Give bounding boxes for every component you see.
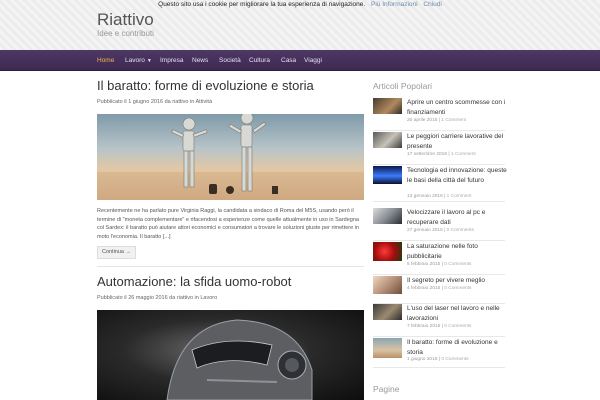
post-category[interactable]: Attività xyxy=(196,99,213,105)
popular-item-comments[interactable]: 0 Comments xyxy=(444,324,471,329)
post-title-2[interactable]: Automazione: la sfida uomo-robot xyxy=(97,274,291,289)
popular-item-date: 1 giugno 2016 xyxy=(407,357,438,362)
post-thumbnail[interactable] xyxy=(373,304,402,320)
nav-item-home[interactable]: Home xyxy=(97,50,114,71)
nav-item-news[interactable]: News xyxy=(192,50,208,71)
popular-item[interactable]: Tecnologia ed innovazione: queste le bas… xyxy=(373,166,507,202)
meta-prefix: Pubblicato il xyxy=(97,99,129,105)
popular-item[interactable]: Le peggiori carriere lavorative del pres… xyxy=(373,132,505,165)
main-nav: Home Lavoro ▼ Impresa News Società Cultur… xyxy=(0,50,600,71)
popular-item-comments[interactable]: 0 Comments xyxy=(444,262,471,267)
post-title[interactable]: Il baratto: forme di evoluzione e storia xyxy=(97,78,314,93)
nav-item-casa[interactable]: Casa xyxy=(281,50,296,71)
post-thumbnail[interactable] xyxy=(373,242,402,261)
nav-item-lavoro-label: Lavoro xyxy=(125,57,145,64)
popular-item-title[interactable]: Il baratto: forme di evoluzione e storia xyxy=(407,338,507,357)
nav-item-societa[interactable]: Società xyxy=(219,50,241,71)
meta-prefix: Pubblicato il xyxy=(97,295,129,301)
popular-item-title[interactable]: Velocizzare il lavoro al pc e recuperare… xyxy=(407,208,507,227)
popular-item-meta: 7 febbraio 2015 | 0 Comments xyxy=(407,324,472,329)
popular-item-title[interactable]: Tecnologia ed innovazione: queste le bas… xyxy=(407,166,507,185)
post-thumbnail[interactable] xyxy=(373,276,402,294)
cookie-text: Questo sito usa i cookie per migliorare … xyxy=(158,1,366,8)
meta-in: in xyxy=(188,99,196,105)
nav-item-viaggi[interactable]: Viaggi xyxy=(304,50,322,71)
post-author[interactable]: riattivo xyxy=(177,295,193,301)
popular-item-title[interactable]: Aprire un centro scommesse con i finanzi… xyxy=(407,98,507,117)
continue-button[interactable]: Continua → xyxy=(97,246,136,259)
popular-item[interactable]: La saturazione nelle foto pubblicitarie … xyxy=(373,242,505,275)
cookie-bar: Questo sito usa i cookie per migliorare … xyxy=(0,1,600,9)
nav-item-lavoro[interactable]: Lavoro ▼ xyxy=(125,50,152,71)
post-excerpt: Recentemente ne ha parlato pure Virginia… xyxy=(97,208,359,240)
popular-item-date: 20 aprile 2015 xyxy=(407,118,438,123)
popular-item-comments[interactable]: 0 Comments xyxy=(444,286,471,291)
popular-item-meta: 5 febbraio 2015 | 0 Comments xyxy=(407,262,472,267)
popular-item-title[interactable]: La saturazione nelle foto pubblicitarie xyxy=(407,242,507,261)
post-meta: Pubblicato il 1 giugno 2016 da riattivo … xyxy=(97,99,212,105)
post-date[interactable]: 1 giugno 2016 xyxy=(128,99,163,105)
post-meta-2: Pubblicato il 26 maggio 2016 da riattivo… xyxy=(97,295,217,301)
popular-item[interactable]: Il baratto: forme di evoluzione e storia… xyxy=(373,338,505,368)
site-header: Questo sito usa i cookie per migliorare … xyxy=(0,0,600,50)
popular-item-comments[interactable]: 1 Comment xyxy=(447,194,472,199)
popular-item-comments[interactable]: 0 Comments xyxy=(447,228,474,233)
chevron-down-icon: ▼ xyxy=(146,58,152,64)
popular-item[interactable]: Il segreto per vivere meglio 4 febbraio … xyxy=(373,276,505,304)
site-tagline: Idee e contributi xyxy=(97,29,154,38)
popular-item-meta: 27 gennaio 2015 | 0 Comments xyxy=(407,228,474,233)
popular-item-date: 17 settembre 2015 xyxy=(407,152,448,157)
cookie-close-link[interactable]: Chiudi xyxy=(423,1,441,8)
post-divider xyxy=(97,266,364,267)
cookie-info-link[interactable]: Più Informazioni xyxy=(371,1,418,8)
popular-item-date: 13 gennaio 2016 xyxy=(407,194,443,199)
popular-item-date: 7 febbraio 2015 xyxy=(407,324,441,329)
popular-item-meta: 17 settembre 2015 | 1 Comment xyxy=(407,152,476,157)
popular-item-meta: 20 aprile 2015 | 1 Comment xyxy=(407,118,467,123)
popular-item-date: 5 febbraio 2015 xyxy=(407,262,441,267)
popular-item-comments[interactable]: 1 Comment xyxy=(451,152,476,157)
popular-item-title[interactable]: Le peggiori carriere lavorative del pres… xyxy=(407,132,507,151)
popular-item[interactable]: Velocizzare il lavoro al pc e recuperare… xyxy=(373,208,505,241)
post-author[interactable]: riattivo xyxy=(172,99,188,105)
popular-item-comments[interactable]: 0 Comments xyxy=(441,357,468,362)
meta-by: da xyxy=(167,295,177,301)
nav-item-cultura[interactable]: Cultura xyxy=(249,50,270,71)
post-thumbnail[interactable] xyxy=(373,338,402,358)
post-image-robot-head[interactable] xyxy=(97,310,364,400)
site-title[interactable]: Riattivo xyxy=(97,10,154,30)
robot-head-illustration xyxy=(166,319,313,400)
post-thumbnail[interactable] xyxy=(373,98,402,114)
popular-item-title[interactable]: Il segreto per vivere meglio xyxy=(407,276,507,286)
robots-illustration xyxy=(97,114,364,200)
meta-by: da xyxy=(163,99,173,105)
post-thumbnail[interactable] xyxy=(373,208,402,224)
popular-item-meta: 4 febbraio 2015 | 0 Comments xyxy=(407,286,472,291)
popular-item-date: 4 febbraio 2015 xyxy=(407,286,441,291)
popular-item-meta: 1 giugno 2016 | 0 Comments xyxy=(407,357,469,362)
popular-posts-title: Articoli Popolari xyxy=(373,81,433,91)
pages-title: Pagine xyxy=(373,384,400,394)
post-date[interactable]: 26 maggio 2016 xyxy=(128,295,167,301)
post-category[interactable]: Lavoro xyxy=(200,295,217,301)
popular-item-date: 27 gennaio 2015 xyxy=(407,228,443,233)
popular-item[interactable]: L'uso del laser nel lavoro e nelle lavor… xyxy=(373,304,505,337)
post-thumbnail[interactable] xyxy=(373,166,402,184)
popular-item-title[interactable]: L'uso del laser nel lavoro e nelle lavor… xyxy=(407,304,507,323)
post-thumbnail[interactable] xyxy=(373,132,402,148)
nav-item-impresa[interactable]: Impresa xyxy=(160,50,183,71)
popular-item[interactable]: Aprire un centro scommesse con i finanzi… xyxy=(373,98,505,131)
popular-item-meta: 13 gennaio 2016 | 1 Comment xyxy=(407,194,472,199)
post-image-robots[interactable] xyxy=(97,114,364,200)
popular-item-comments[interactable]: 1 Comment xyxy=(441,118,466,123)
